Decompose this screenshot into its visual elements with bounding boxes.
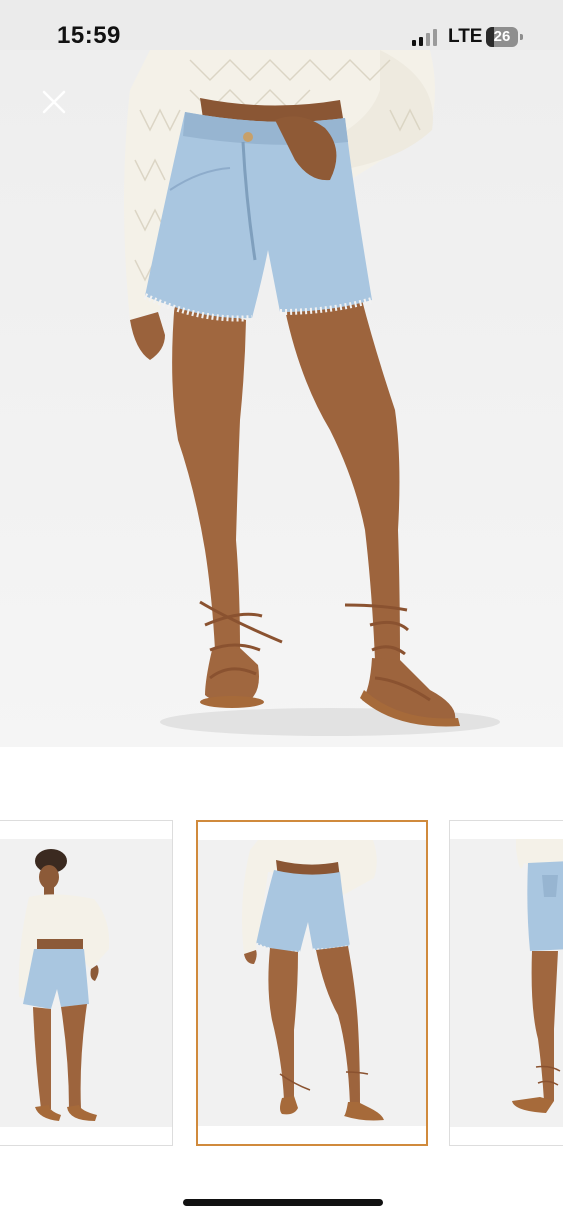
battery-level: 26: [493, 28, 511, 45]
status-bar: 15:59 LTE 26: [0, 0, 563, 50]
thumbnail-strip[interactable]: [0, 820, 563, 1148]
close-button[interactable]: [36, 84, 72, 120]
thumbnail-full-body-image: [18, 849, 110, 1121]
thumbnail-front-close-image: [242, 840, 384, 1121]
main-product-image[interactable]: [0, 50, 563, 747]
close-icon: [42, 90, 66, 114]
thumbnail-full-body[interactable]: [0, 820, 173, 1146]
network-label: LTE: [448, 26, 483, 47]
model-illustration: [124, 50, 500, 736]
home-indicator[interactable]: [183, 1199, 383, 1206]
thumbnail-front-close[interactable]: [196, 820, 428, 1146]
thumbnail-back-view[interactable]: [449, 820, 563, 1146]
thumbnail-back-view-image: [512, 839, 563, 1113]
battery-icon: 26: [486, 27, 523, 47]
signal-icon: [412, 29, 437, 46]
status-time: 15:59: [57, 22, 121, 49]
